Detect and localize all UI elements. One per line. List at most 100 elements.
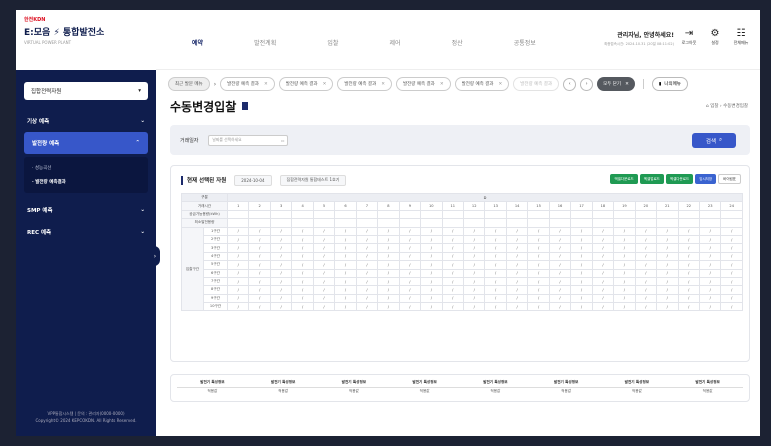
grid-cell[interactable] — [527, 209, 550, 220]
grid-cell[interactable]: / — [548, 293, 572, 304]
grid-cell[interactable]: / — [462, 293, 486, 304]
grid-cell[interactable]: / — [548, 285, 572, 295]
grid-cell[interactable]: / — [698, 293, 722, 304]
grid-cell[interactable] — [334, 218, 357, 228]
grid-cell[interactable]: / — [377, 285, 400, 295]
grid-cell[interactable]: / — [248, 285, 271, 295]
grid-cell[interactable] — [420, 218, 443, 228]
grid-cell[interactable]: / — [312, 293, 336, 304]
grid-cell[interactable]: / — [441, 302, 464, 312]
menu-generation[interactable]: 발전량 예측 ⌃ — [24, 132, 148, 154]
grid-cell[interactable] — [462, 218, 486, 228]
grid-cell[interactable]: / — [312, 260, 336, 270]
grid-cell[interactable]: / — [441, 243, 464, 253]
grid-cell[interactable]: / — [613, 276, 636, 287]
temp-save-button[interactable]: 임시저장 — [695, 174, 717, 184]
grid-cell[interactable]: / — [312, 285, 336, 295]
grid-cell[interactable] — [548, 209, 572, 220]
grid-cell[interactable] — [226, 218, 250, 228]
grid-cell[interactable]: / — [334, 234, 357, 245]
grid-cell[interactable] — [720, 209, 743, 220]
excel-upload-button[interactable]: 엑셀업로드 — [639, 174, 664, 184]
tab-next-button[interactable]: › — [580, 77, 594, 91]
grid-cell[interactable] — [698, 218, 722, 228]
tab[interactable]: 발전량 예측 결과 ✕ — [337, 77, 392, 91]
grid-cell[interactable]: / — [420, 285, 443, 295]
grid-cell[interactable] — [720, 218, 743, 228]
grid-cell[interactable]: / — [226, 293, 250, 304]
close-icon[interactable]: ✕ — [381, 82, 385, 87]
grid-cell[interactable]: / — [656, 285, 679, 295]
grid-cell[interactable]: / — [269, 243, 293, 253]
grid-cell[interactable]: / — [484, 302, 507, 312]
grid-cell[interactable]: / — [720, 293, 743, 304]
grid-cell[interactable]: / — [248, 234, 271, 245]
grid-cell[interactable]: / — [548, 251, 572, 262]
grid-cell[interactable]: / — [698, 243, 722, 253]
grid-cell[interactable]: / — [462, 268, 486, 278]
logo[interactable]: 한전KDN E:모음 ⚡ 통합발전소 VIRTUAL POWER PLANT — [16, 10, 156, 70]
grid-cell[interactable] — [656, 218, 679, 228]
grid-cell[interactable]: / — [527, 268, 550, 278]
grid-cell[interactable]: / — [548, 268, 572, 278]
grid-cell[interactable]: / — [377, 234, 400, 245]
grid-cell[interactable] — [441, 218, 464, 228]
grid-cell[interactable]: / — [548, 302, 572, 312]
grid-cell[interactable]: / — [398, 302, 422, 312]
grid-cell[interactable] — [548, 218, 572, 228]
grid-cell[interactable] — [462, 209, 486, 220]
grid-cell[interactable] — [484, 209, 507, 220]
resource-select[interactable]: 집합전력자원 ▾ — [24, 82, 148, 100]
grid-cell[interactable]: / — [698, 276, 722, 287]
grid-cell[interactable]: / — [291, 293, 314, 304]
grid-cell[interactable]: / — [484, 226, 507, 236]
grid-cell[interactable]: / — [656, 293, 679, 304]
settings-button[interactable]: ⚙ 설정 — [706, 28, 724, 46]
gnb-item[interactable]: 예약 — [192, 40, 203, 47]
grid-cell[interactable]: / — [355, 285, 379, 295]
grid-cell[interactable]: / — [720, 276, 743, 287]
grid-cell[interactable]: / — [441, 276, 464, 287]
grid-cell[interactable]: / — [334, 293, 357, 304]
grid-cell[interactable]: / — [441, 251, 464, 262]
grid-cell[interactable]: / — [420, 293, 443, 304]
grid-cell[interactable]: / — [355, 293, 379, 304]
grid-cell[interactable]: / — [355, 243, 379, 253]
grid-cell[interactable]: / — [355, 302, 379, 312]
tab-prev-button[interactable]: ‹ — [563, 77, 577, 91]
grid-cell[interactable]: / — [441, 234, 464, 245]
grid-cell[interactable]: / — [698, 268, 722, 278]
grid-cell[interactable]: / — [398, 293, 422, 304]
grid-cell[interactable]: / — [484, 268, 507, 278]
grid-cell[interactable]: / — [720, 285, 743, 295]
grid-cell[interactable]: / — [226, 276, 250, 287]
my-menu-button[interactable]: ▮ 나의메뉴 — [651, 77, 688, 91]
grid-cell[interactable]: / — [226, 260, 250, 270]
grid-cell[interactable]: / — [656, 251, 679, 262]
grid-cell[interactable]: / — [698, 285, 722, 295]
grid-cell[interactable]: / — [720, 251, 743, 262]
grid-cell[interactable]: / — [720, 302, 743, 312]
grid-cell[interactable]: / — [269, 276, 293, 287]
grid-cell[interactable]: / — [548, 226, 572, 236]
grid-cell[interactable]: / — [269, 293, 293, 304]
grid-cell[interactable]: / — [634, 302, 658, 312]
grid-cell[interactable]: / — [591, 276, 615, 287]
bookmark-icon[interactable] — [242, 102, 249, 110]
grid-cell[interactable]: / — [505, 276, 529, 287]
close-icon[interactable]: ✕ — [440, 82, 444, 87]
grid-cell[interactable]: / — [634, 276, 658, 287]
grid-cell[interactable]: / — [269, 234, 293, 245]
grid-cell[interactable]: / — [398, 251, 422, 262]
grid-cell[interactable]: / — [505, 302, 529, 312]
grid-cell[interactable]: / — [398, 234, 422, 245]
grid-cell[interactable]: / — [570, 285, 593, 295]
grid-cell[interactable]: / — [613, 234, 636, 245]
grid-cell[interactable] — [377, 209, 400, 220]
grid-cell[interactable]: / — [334, 302, 357, 312]
grid-cell[interactable] — [420, 209, 443, 220]
search-button[interactable]: 검색 ⌕ — [692, 133, 736, 148]
grid-cell[interactable]: / — [548, 260, 572, 270]
grid-cell[interactable] — [505, 209, 529, 220]
grid-cell[interactable]: / — [570, 276, 593, 287]
